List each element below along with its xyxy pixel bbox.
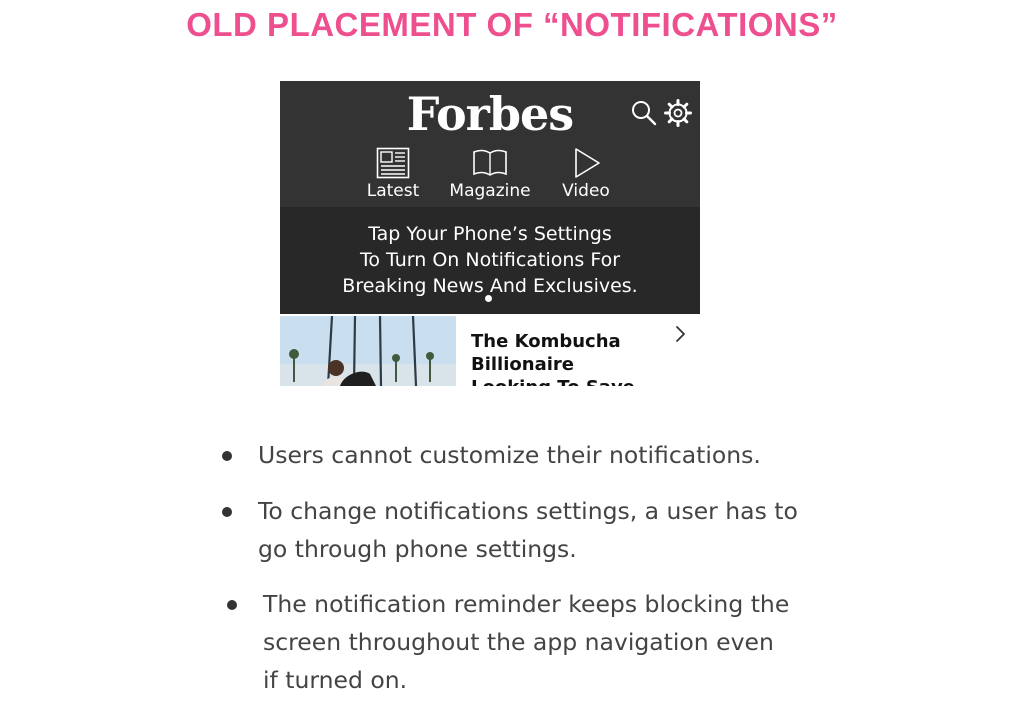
list-item: The notification reminder keeps blocking… xyxy=(227,585,789,699)
bullet-text: Users cannot customize their notificatio… xyxy=(258,441,761,469)
list-item: Users cannot customize their notificatio… xyxy=(222,436,761,474)
bullet-dot xyxy=(222,507,232,517)
bullet-dot xyxy=(227,600,237,610)
bullet-dot xyxy=(222,451,232,461)
bullet-text: go through phone settings. xyxy=(258,535,577,563)
list-item: To change notifications settings, a user… xyxy=(222,492,798,568)
bullet-text: The notification reminder keeps blocking… xyxy=(263,590,790,618)
bullet-text: screen throughout the app navigation eve… xyxy=(263,628,774,656)
bullet-text: To change notifications settings, a user… xyxy=(258,497,798,525)
bullet-text: if turned on. xyxy=(263,666,408,694)
issues-list: Users cannot customize their notificatio… xyxy=(0,0,1024,701)
